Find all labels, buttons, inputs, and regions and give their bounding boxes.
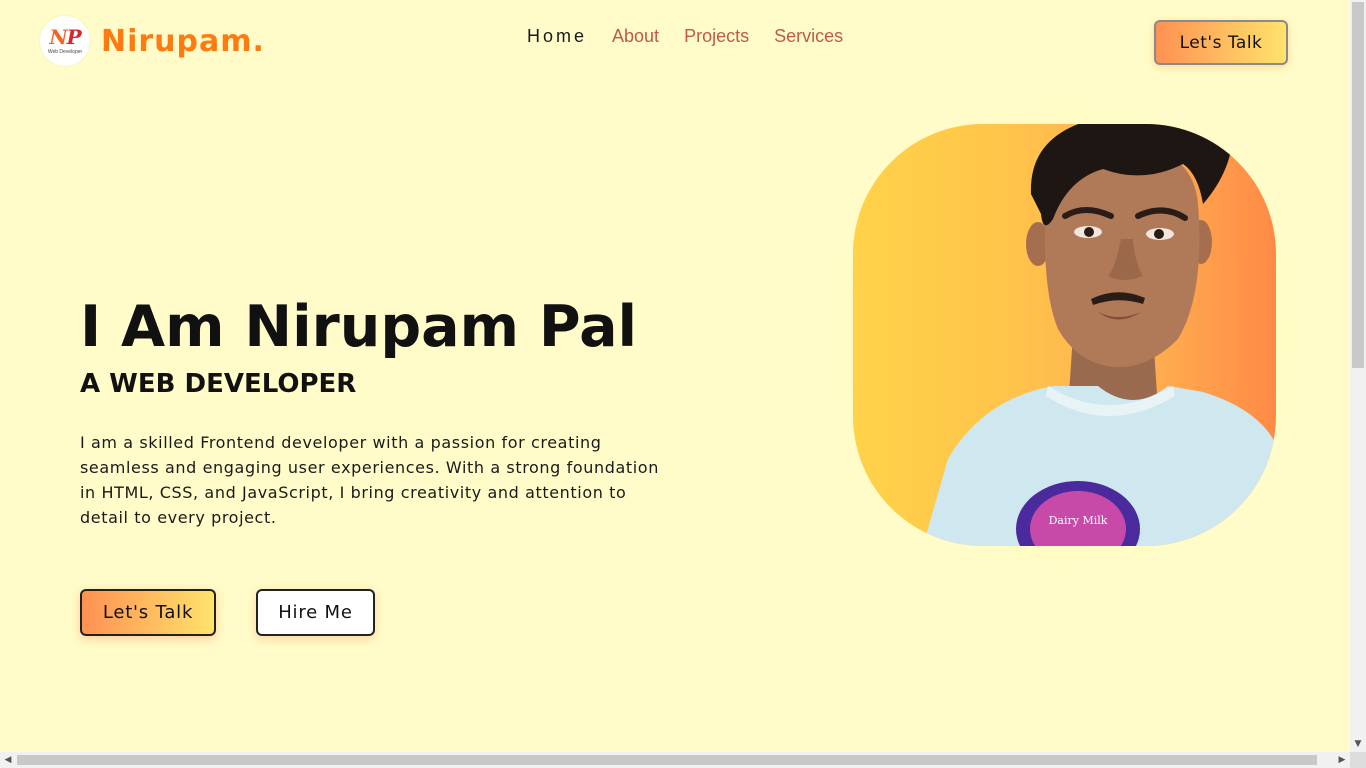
nav-link-about[interactable]: About <box>612 26 659 47</box>
vertical-scroll-thumb[interactable] <box>1352 2 1364 368</box>
person-photo-icon: Dairy Milk <box>923 124 1276 546</box>
hire-me-button[interactable]: Hire Me <box>256 589 375 636</box>
hero-subtitle: A WEB DEVELOPER <box>80 369 357 399</box>
scroll-left-arrow-icon[interactable]: ◀ <box>0 752 16 768</box>
lets-talk-button[interactable]: Let's Talk <box>80 589 216 636</box>
logo[interactable]: NP Web Developer Nirupam. <box>40 16 265 66</box>
brand-name: Nirupam. <box>101 23 265 59</box>
shirt-print-text: Dairy Milk <box>1049 514 1108 527</box>
logo-badge-icon: NP Web Developer <box>40 16 90 66</box>
vertical-scrollbar[interactable]: ▼ <box>1350 0 1366 752</box>
logo-caption: Web Developer <box>47 49 83 55</box>
scroll-down-arrow-icon[interactable]: ▼ <box>1350 738 1366 750</box>
hero-title: I Am Nirupam Pal <box>80 294 638 360</box>
nav-link-home[interactable]: Home <box>527 26 587 47</box>
profile-photo: Dairy Milk <box>853 124 1276 546</box>
scrollbar-corner <box>1350 752 1366 768</box>
horizontal-scroll-thumb[interactable] <box>17 755 1317 765</box>
nav-link-projects[interactable]: Projects <box>684 26 749 47</box>
nav-link-services[interactable]: Services <box>774 26 843 47</box>
logo-monogram: NP <box>49 25 81 49</box>
scroll-right-arrow-icon[interactable]: ▶ <box>1334 752 1350 768</box>
nav-lets-talk-button[interactable]: Let's Talk <box>1154 20 1288 65</box>
horizontal-scrollbar[interactable]: ◀ ▶ <box>0 752 1350 768</box>
main-nav: Home About Projects Services <box>527 26 868 47</box>
hero-description: I am a skilled Frontend developer with a… <box>80 433 659 527</box>
